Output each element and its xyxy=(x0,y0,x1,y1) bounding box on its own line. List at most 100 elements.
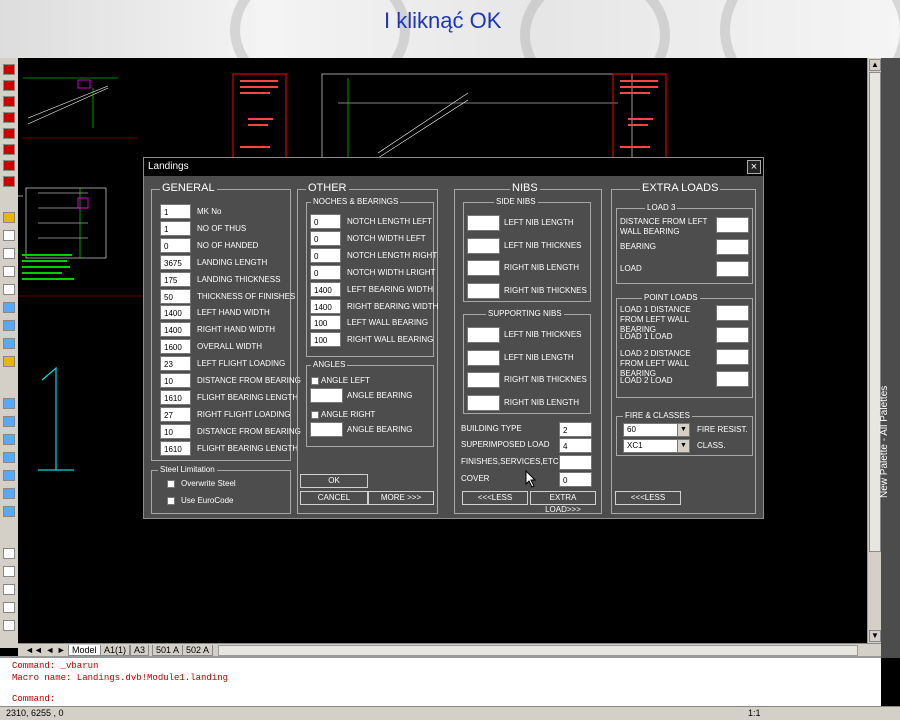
mtext-icon[interactable] xyxy=(3,548,15,559)
side-nib-input[interactable] xyxy=(467,215,500,231)
building-type-input[interactable]: 2 xyxy=(559,422,592,437)
line-icon[interactable] xyxy=(3,230,15,241)
general-value-input[interactable]: 10 xyxy=(160,423,191,439)
tab-a1[interactable]: A1(1) xyxy=(100,645,131,656)
vertical-scrollbar[interactable]: ▲ ▼ xyxy=(867,58,881,643)
more-button[interactable]: MORE >>> xyxy=(368,491,434,505)
point-load-input[interactable] xyxy=(716,305,749,321)
general-value-input[interactable]: 50 xyxy=(160,288,191,304)
trim-icon[interactable] xyxy=(3,470,15,481)
side-nib-input[interactable] xyxy=(467,282,500,299)
polyline-icon[interactable] xyxy=(3,248,15,259)
finishes-services-input[interactable] xyxy=(559,455,592,470)
fire-resist-select[interactable]: 60 ▼ xyxy=(623,423,690,437)
general-value-input[interactable]: 1610 xyxy=(160,389,191,405)
scroll-down-icon[interactable]: ▼ xyxy=(869,630,881,642)
rotate-icon[interactable] xyxy=(3,416,15,427)
general-value-input[interactable]: 3675 xyxy=(160,254,191,270)
help-icon[interactable] xyxy=(3,356,15,367)
erase-icon[interactable] xyxy=(3,160,15,171)
chevron-down-icon: ▼ xyxy=(677,424,689,436)
nibs-less-button[interactable]: <<<LESS xyxy=(462,491,528,505)
eurocode-checkbox[interactable] xyxy=(167,497,175,505)
move-icon[interactable] xyxy=(3,398,15,409)
other-value-input[interactable]: 0 xyxy=(310,264,341,280)
region-icon[interactable] xyxy=(3,338,15,349)
general-value-input[interactable]: 1400 xyxy=(160,322,191,338)
extend-icon[interactable] xyxy=(3,488,15,499)
side-nib-input[interactable] xyxy=(467,260,500,276)
annotation-scale[interactable]: 1:1 xyxy=(748,708,761,718)
command-prompt[interactable]: Command: xyxy=(12,694,55,704)
modify-icon[interactable] xyxy=(3,80,15,91)
hatch-icon[interactable] xyxy=(3,320,15,331)
point-load-input[interactable] xyxy=(716,349,749,365)
other-value-input[interactable]: 1400 xyxy=(310,298,341,314)
ok-button[interactable]: OK xyxy=(300,474,368,488)
block-icon[interactable] xyxy=(3,112,15,123)
tool-palette-strip[interactable]: New Palette - All Palettes xyxy=(879,58,900,658)
general-value-input[interactable]: 0 xyxy=(160,237,191,253)
general-value-input[interactable]: 1400 xyxy=(160,305,191,321)
horizontal-scrollbar[interactable] xyxy=(218,645,858,656)
general-value-input[interactable]: 23 xyxy=(160,356,191,372)
tab-a3[interactable]: A3 xyxy=(130,645,150,656)
other-value-input[interactable]: 0 xyxy=(310,214,341,229)
spell-check-icon[interactable] xyxy=(3,620,15,631)
general-value-input[interactable]: 1 xyxy=(160,204,191,219)
supporting-nib-input[interactable] xyxy=(467,394,500,411)
superimposed-load-input[interactable]: 4 xyxy=(559,438,592,453)
copy-icon[interactable] xyxy=(3,176,15,187)
other-value-input[interactable]: 0 xyxy=(310,230,341,246)
overwrite-steel-checkbox[interactable] xyxy=(167,480,175,488)
point-load-input[interactable] xyxy=(716,327,749,343)
point-load-input[interactable] xyxy=(716,371,749,387)
load3-input[interactable] xyxy=(716,217,749,233)
angle-left-checkbox[interactable] xyxy=(311,377,319,385)
angle-right-checkbox[interactable] xyxy=(311,411,319,419)
lightning-icon[interactable] xyxy=(3,212,15,223)
load3-input[interactable] xyxy=(716,261,749,277)
angle-right-bearing-input[interactable] xyxy=(310,422,343,437)
text-style-icon[interactable] xyxy=(3,584,15,595)
general-value-input[interactable]: 27 xyxy=(160,406,191,422)
text-icon[interactable] xyxy=(3,128,15,139)
supporting-nib-input[interactable] xyxy=(467,372,500,388)
general-value-input[interactable]: 1600 xyxy=(160,339,191,355)
layer-icon[interactable] xyxy=(3,96,15,107)
general-value-input[interactable]: 1 xyxy=(160,220,191,236)
cancel-button[interactable]: CANCEL xyxy=(300,491,368,505)
other-value-input[interactable]: 100 xyxy=(310,332,341,348)
fillet-icon[interactable] xyxy=(3,506,15,517)
supporting-nib-input[interactable] xyxy=(467,349,500,366)
general-value-input[interactable]: 10 xyxy=(160,373,191,388)
other-value-input[interactable]: 100 xyxy=(310,315,341,331)
stretch-icon[interactable] xyxy=(3,452,15,463)
extra-load-button[interactable]: EXTRA LOAD>>> xyxy=(530,491,596,514)
cover-input[interactable]: 0 xyxy=(559,472,592,487)
find-text-icon[interactable] xyxy=(3,602,15,613)
tab-model[interactable]: Model xyxy=(68,645,101,656)
extra-less-button[interactable]: <<<LESS xyxy=(615,491,681,505)
tab-501a[interactable]: 501 A xyxy=(152,645,184,656)
scroll-up-icon[interactable]: ▲ xyxy=(869,59,881,71)
rectangle-icon[interactable] xyxy=(3,302,15,313)
other-value-input[interactable]: 0 xyxy=(310,247,341,263)
angle-left-bearing-input[interactable] xyxy=(310,388,343,403)
scale-icon[interactable] xyxy=(3,434,15,445)
arc-icon[interactable] xyxy=(3,284,15,295)
class-select[interactable]: XC1 ▼ xyxy=(623,439,690,453)
close-icon[interactable]: × xyxy=(747,160,761,174)
dtext-icon[interactable] xyxy=(3,566,15,577)
supporting-nib-input[interactable] xyxy=(467,327,500,343)
dimension-icon[interactable] xyxy=(3,144,15,155)
general-value-input[interactable]: 1610 xyxy=(160,440,191,456)
draw-icon[interactable] xyxy=(3,64,15,75)
other-value-input[interactable]: 1400 xyxy=(310,281,341,297)
tab-502a[interactable]: 502 A xyxy=(182,645,214,656)
general-value-input[interactable]: 175 xyxy=(160,271,191,287)
side-nib-input[interactable] xyxy=(467,237,500,254)
circle-icon[interactable] xyxy=(3,266,15,277)
command-line[interactable]: Command: _vbarun Macro name: Landings.dv… xyxy=(0,656,881,706)
load3-input[interactable] xyxy=(716,239,749,255)
